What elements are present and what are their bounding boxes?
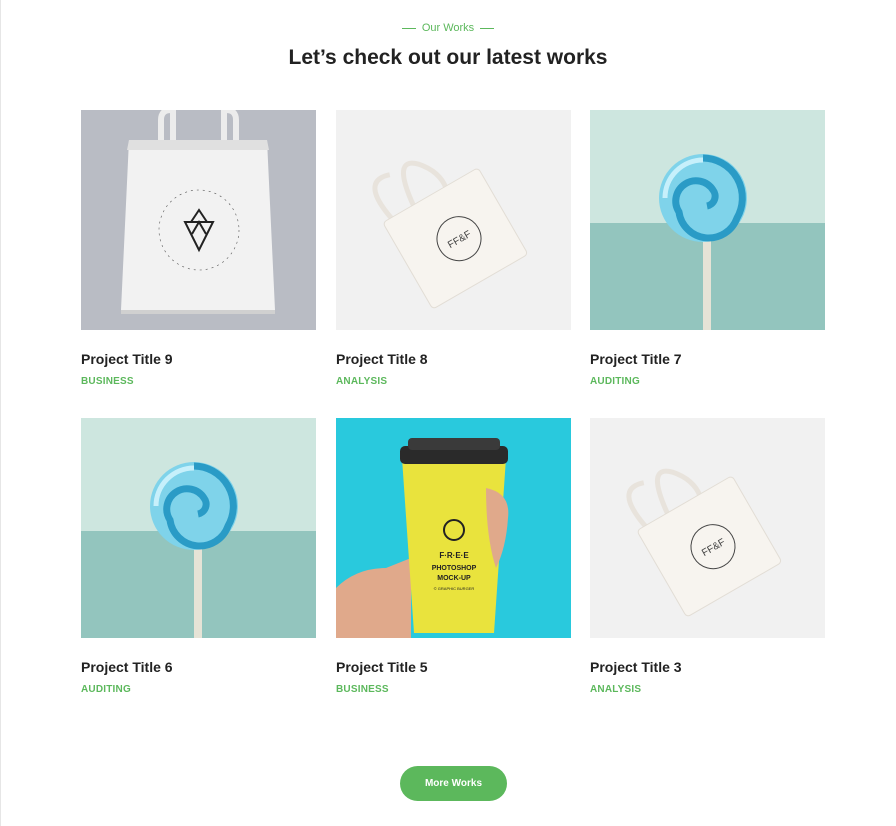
project-category[interactable]: ANALYSIS	[590, 684, 825, 695]
coffee-cup-image: F·R·E·E PHOTOSHOP MOCK-UP © GRAPHIC BURG…	[336, 418, 571, 638]
project-thumbnail[interactable]: F·R·E·E PHOTOSHOP MOCK-UP © GRAPHIC BURG…	[336, 418, 571, 638]
project-title[interactable]: Project Title 6	[81, 659, 316, 675]
project-category[interactable]: AUDITING	[81, 684, 316, 695]
section-kicker: Our Works	[0, 22, 896, 34]
project-thumbnail[interactable]	[81, 418, 316, 638]
project-card[interactable]: F·R·E·E PHOTOSHOP MOCK-UP © GRAPHIC BURG…	[336, 418, 571, 695]
tote-bag-hanging-image	[81, 110, 316, 330]
project-card[interactable]: FF&F Project Title 8 ANALYSIS	[336, 110, 571, 387]
lollipop-image	[81, 418, 316, 638]
tote-bag-flat-image: FF&F	[590, 418, 825, 638]
project-thumbnail[interactable]: FF&F	[336, 110, 571, 330]
page-edge-rule	[0, 0, 1, 826]
more-works-button[interactable]: More Works	[400, 766, 507, 801]
project-thumbnail[interactable]: FF&F	[590, 418, 825, 638]
tote-bag-flat-image: FF&F	[336, 110, 571, 330]
project-category[interactable]: BUSINESS	[336, 684, 571, 695]
section-heading: Let’s check out our latest works	[288, 46, 608, 69]
project-category[interactable]: BUSINESS	[81, 376, 316, 387]
project-title[interactable]: Project Title 8	[336, 351, 571, 367]
cup-text-line3: MOCK-UP	[437, 575, 471, 582]
cup-text-line1: F·R·E·E	[439, 551, 469, 560]
section-kicker-text: Our Works	[421, 22, 475, 34]
project-category[interactable]: AUDITING	[590, 376, 825, 387]
kicker-dash-right	[480, 27, 495, 29]
cup-text-line2: PHOTOSHOP	[432, 565, 477, 572]
project-title[interactable]: Project Title 5	[336, 659, 571, 675]
project-title[interactable]: Project Title 9	[81, 351, 316, 367]
project-card[interactable]: FF&F Project Title 3 ANALYSIS	[590, 418, 825, 695]
project-category[interactable]: ANALYSIS	[336, 376, 571, 387]
project-card[interactable]: Project Title 7 AUDITING	[590, 110, 825, 387]
project-card[interactable]: Project Title 9 BUSINESS	[81, 110, 316, 387]
project-title[interactable]: Project Title 3	[590, 659, 825, 675]
project-title[interactable]: Project Title 7	[590, 351, 825, 367]
project-card[interactable]: Project Title 6 AUDITING	[81, 418, 316, 695]
lollipop-image	[590, 110, 825, 330]
project-thumbnail[interactable]	[81, 110, 316, 330]
cup-text-line4: © GRAPHIC BURGER	[434, 586, 475, 591]
kicker-dash-left	[401, 27, 416, 29]
project-thumbnail[interactable]	[590, 110, 825, 330]
